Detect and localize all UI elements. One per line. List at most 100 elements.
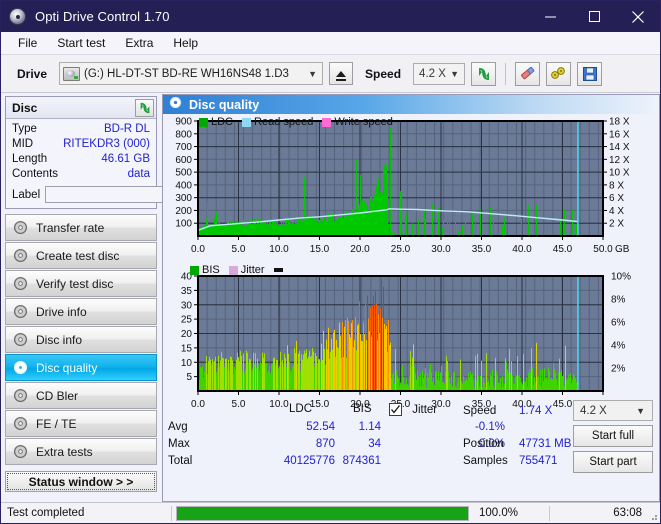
progress-fill [177,506,468,520]
status-separator [171,505,172,521]
disc-row-length: Length 46.61 GB [12,152,150,167]
stats-position-label: Position [463,438,504,450]
disc-white-icon [13,360,28,375]
legend-swatch-icon [322,117,332,127]
disc-gray-icon [13,444,28,459]
svg-text:2%: 2% [611,364,626,375]
sidebar-item-disc-quality[interactable]: Disc quality [5,354,157,381]
menu-start-test[interactable]: Start test [48,34,114,52]
sidebar-item-fe-te[interactable]: FE / TE [5,410,157,437]
refresh-button[interactable] [471,61,497,86]
svg-text:700: 700 [175,142,192,153]
bis-chart-svg[interactable]: 5101520253035402%4%6%8%10%0.0 5.0 10.0 15.0… [163,262,659,417]
svg-text:15.0: 15.0 [310,244,330,255]
svg-text:100: 100 [175,219,192,230]
chevron-down-icon: ▼ [450,68,460,79]
sidebar-item-label: Extra tests [36,444,93,459]
legend-bis: BIS [190,264,220,276]
svg-text:GB: GB [615,244,630,255]
bis-legend: BIS Jitter [190,264,283,276]
svg-text:40.0: 40.0 [512,244,532,255]
disc-refresh-button[interactable] [135,98,154,117]
svg-text:25.0: 25.0 [391,244,411,255]
minimize-icon[interactable] [528,1,572,32]
eject-icon [336,70,347,81]
menu-extra[interactable]: Extra [116,34,162,52]
menu-file[interactable]: File [9,34,46,52]
legend-label: BIS [202,264,220,276]
toolbar-separator [505,62,507,85]
panel-header: Disc quality [163,95,659,114]
stats-samples-value: 755471 [519,455,558,467]
sidebar-item-extra-tests[interactable]: Extra tests [5,438,157,465]
sidebar-item-label: Disc info [36,332,83,347]
disc-quality-icon [169,96,182,114]
svg-text:15: 15 [181,343,193,354]
disc-row-key: Type [12,123,37,135]
legend-label: Read speed [254,116,314,128]
refresh-icon [140,102,149,113]
disc-row-value: BD-R DL [103,123,150,135]
start-part-button[interactable]: Start part [573,451,653,473]
svg-text:400: 400 [175,180,192,191]
disc-row-value: data [127,168,150,180]
svg-text:200: 200 [175,206,192,217]
test-speed-select[interactable]: 4.2 X ▼ [573,400,653,421]
start-full-button[interactable]: Start full [573,425,653,447]
svg-text:600: 600 [175,155,192,166]
tools-button[interactable] [546,61,572,86]
progress-percent: 100.0% [479,507,519,519]
disc-gray-icon [13,388,28,403]
stats-header-bis: BIS [353,403,372,415]
disc-row-mid: MID RITEKDR3 (000) [12,137,150,152]
title-bar: Opti Drive Control 1.70 [1,1,660,32]
svg-text:18 X: 18 X [609,117,630,128]
stats-avg-ldc: 52.54 [306,421,335,433]
stats-panel: LDC BIS Avg 52.54 1.14 -0.1% Max 870 34 … [163,397,659,475]
status-window-button[interactable]: Status window > > [5,471,157,492]
stats-avg-bis: 1.14 [358,421,381,433]
ldc-chart-svg[interactable]: 1002003004005006007008009002 X4 X6 X8 X1… [163,114,659,262]
erase-button[interactable] [515,61,541,86]
svg-text:10.0: 10.0 [269,244,289,255]
disc-label-key: Label [12,188,41,201]
jitter-checkbox[interactable]: Jitter [389,401,437,416]
legend-swatch-icon [199,117,208,127]
maximize-icon[interactable] [572,1,616,32]
drive-select[interactable]: (G:) HL-DT-ST BD-RE WH16NS48 1.D3 ▼ [59,62,324,85]
stats-max-ldc: 870 [315,438,335,450]
svg-text:50.0: 50.0 [593,244,613,255]
legend-write-speed: Write speed [322,116,393,128]
close-icon[interactable] [616,1,660,32]
speed-select[interactable]: 4.2 X ▼ [413,62,466,85]
drive-select-value: (G:) HL-DT-ST BD-RE WH16NS48 1.D3 [84,67,289,80]
menu-help[interactable]: Help [164,34,207,52]
save-button[interactable] [577,61,603,86]
legend-swatch-icon [242,117,252,127]
sidebar-item-label: Transfer rate [36,220,105,235]
svg-text:14 X: 14 X [609,142,630,153]
resize-grip-icon [652,515,657,520]
sidebar-item-cd-bler[interactable]: CD Bler [5,382,157,409]
disc-row-value: 46.61 GB [101,153,150,165]
legend-label: Write speed [334,116,393,128]
svg-text:300: 300 [175,193,192,204]
stats-row-avg-label: Avg [168,421,188,433]
stats-header-ldc: LDC [289,403,313,415]
svg-text:2 X: 2 X [609,219,624,230]
sidebar-item-create-test-disc[interactable]: Create test disc [5,242,157,269]
speed-select-value: 4.2 X [419,67,446,80]
jitter-marker-icon [273,268,283,272]
sidebar-item-drive-info[interactable]: Drive info [5,298,157,325]
tools-icon [551,67,565,79]
legend-swatch-icon [190,265,199,275]
disc-row-key: Length [12,153,48,165]
status-bar: Test completed 100.0% 63:08 [1,502,660,523]
chevron-down-icon: ▼ [308,68,318,79]
nav-list: Transfer rate Create test disc Verify te… [1,214,161,465]
sidebar-item-disc-info[interactable]: Disc info [5,326,157,353]
svg-text:10 X: 10 X [609,168,630,179]
sidebar-item-verify-test-disc[interactable]: Verify test disc [5,270,157,297]
eject-button[interactable] [329,62,354,85]
sidebar-item-transfer-rate[interactable]: Transfer rate [5,214,157,241]
